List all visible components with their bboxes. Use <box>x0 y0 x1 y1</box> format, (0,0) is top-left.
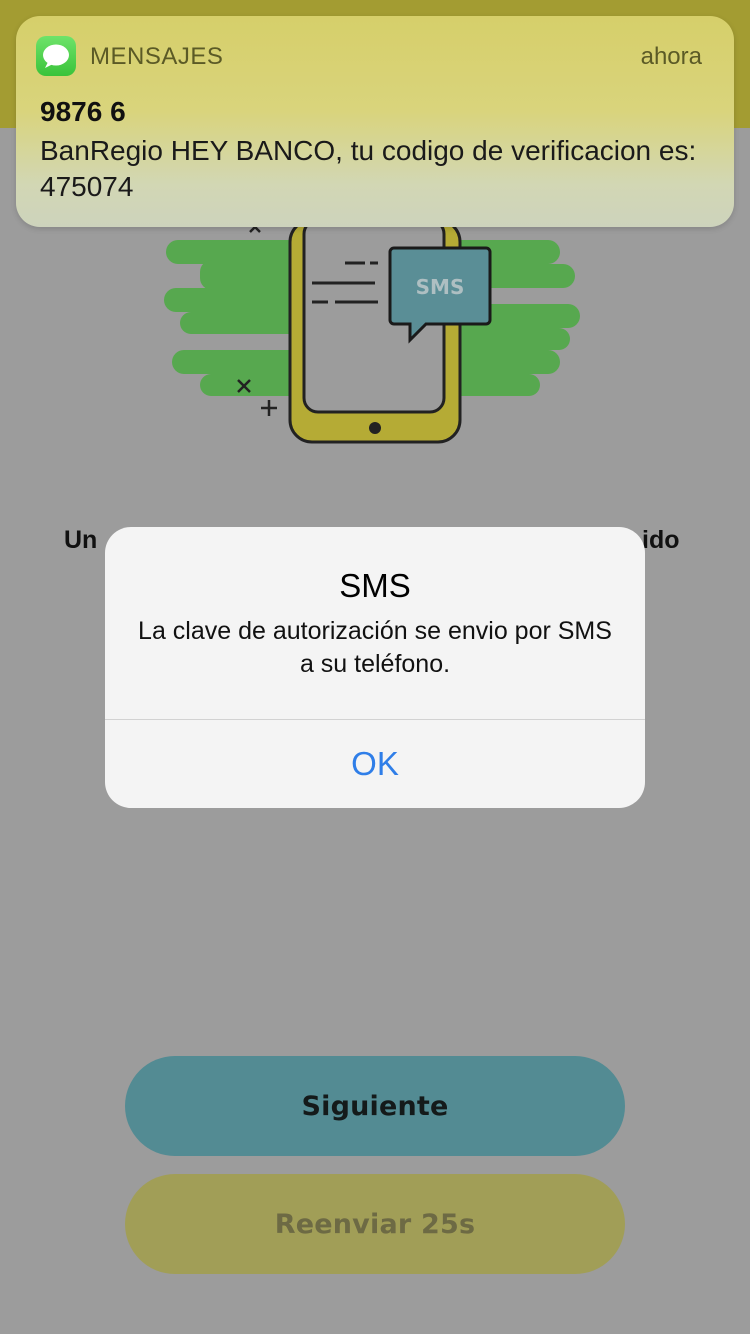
notification-time: ahora <box>640 43 702 70</box>
resend-button[interactable]: Reenviar 25s <box>125 1174 625 1274</box>
notification-app-name: MENSAJES <box>90 43 224 70</box>
notification-message: BanRegio HEY BANCO, tu codigo de verific… <box>40 135 697 202</box>
sms-badge-label: SMS <box>416 275 465 299</box>
notification-sender: 9876 6 <box>40 96 126 127</box>
instruction-text-right: ido <box>642 526 680 554</box>
messages-icon <box>36 36 76 76</box>
alert-message: La clave de autorización se envio por SM… <box>138 617 612 678</box>
sms-notification-banner[interactable]: MENSAJES ahora 9876 6 BanRegio HEY BANCO… <box>16 16 734 227</box>
sms-alert-dialog: SMS La clave de autorización se envio po… <box>105 527 645 808</box>
ok-button[interactable]: OK <box>105 720 645 808</box>
phone-home-button <box>369 422 381 434</box>
phone-sms-illustration: SMS <box>164 218 580 444</box>
instruction-text-left: Un <box>64 526 98 554</box>
alert-title: SMS <box>339 567 411 604</box>
next-button[interactable]: Siguiente <box>125 1056 625 1156</box>
